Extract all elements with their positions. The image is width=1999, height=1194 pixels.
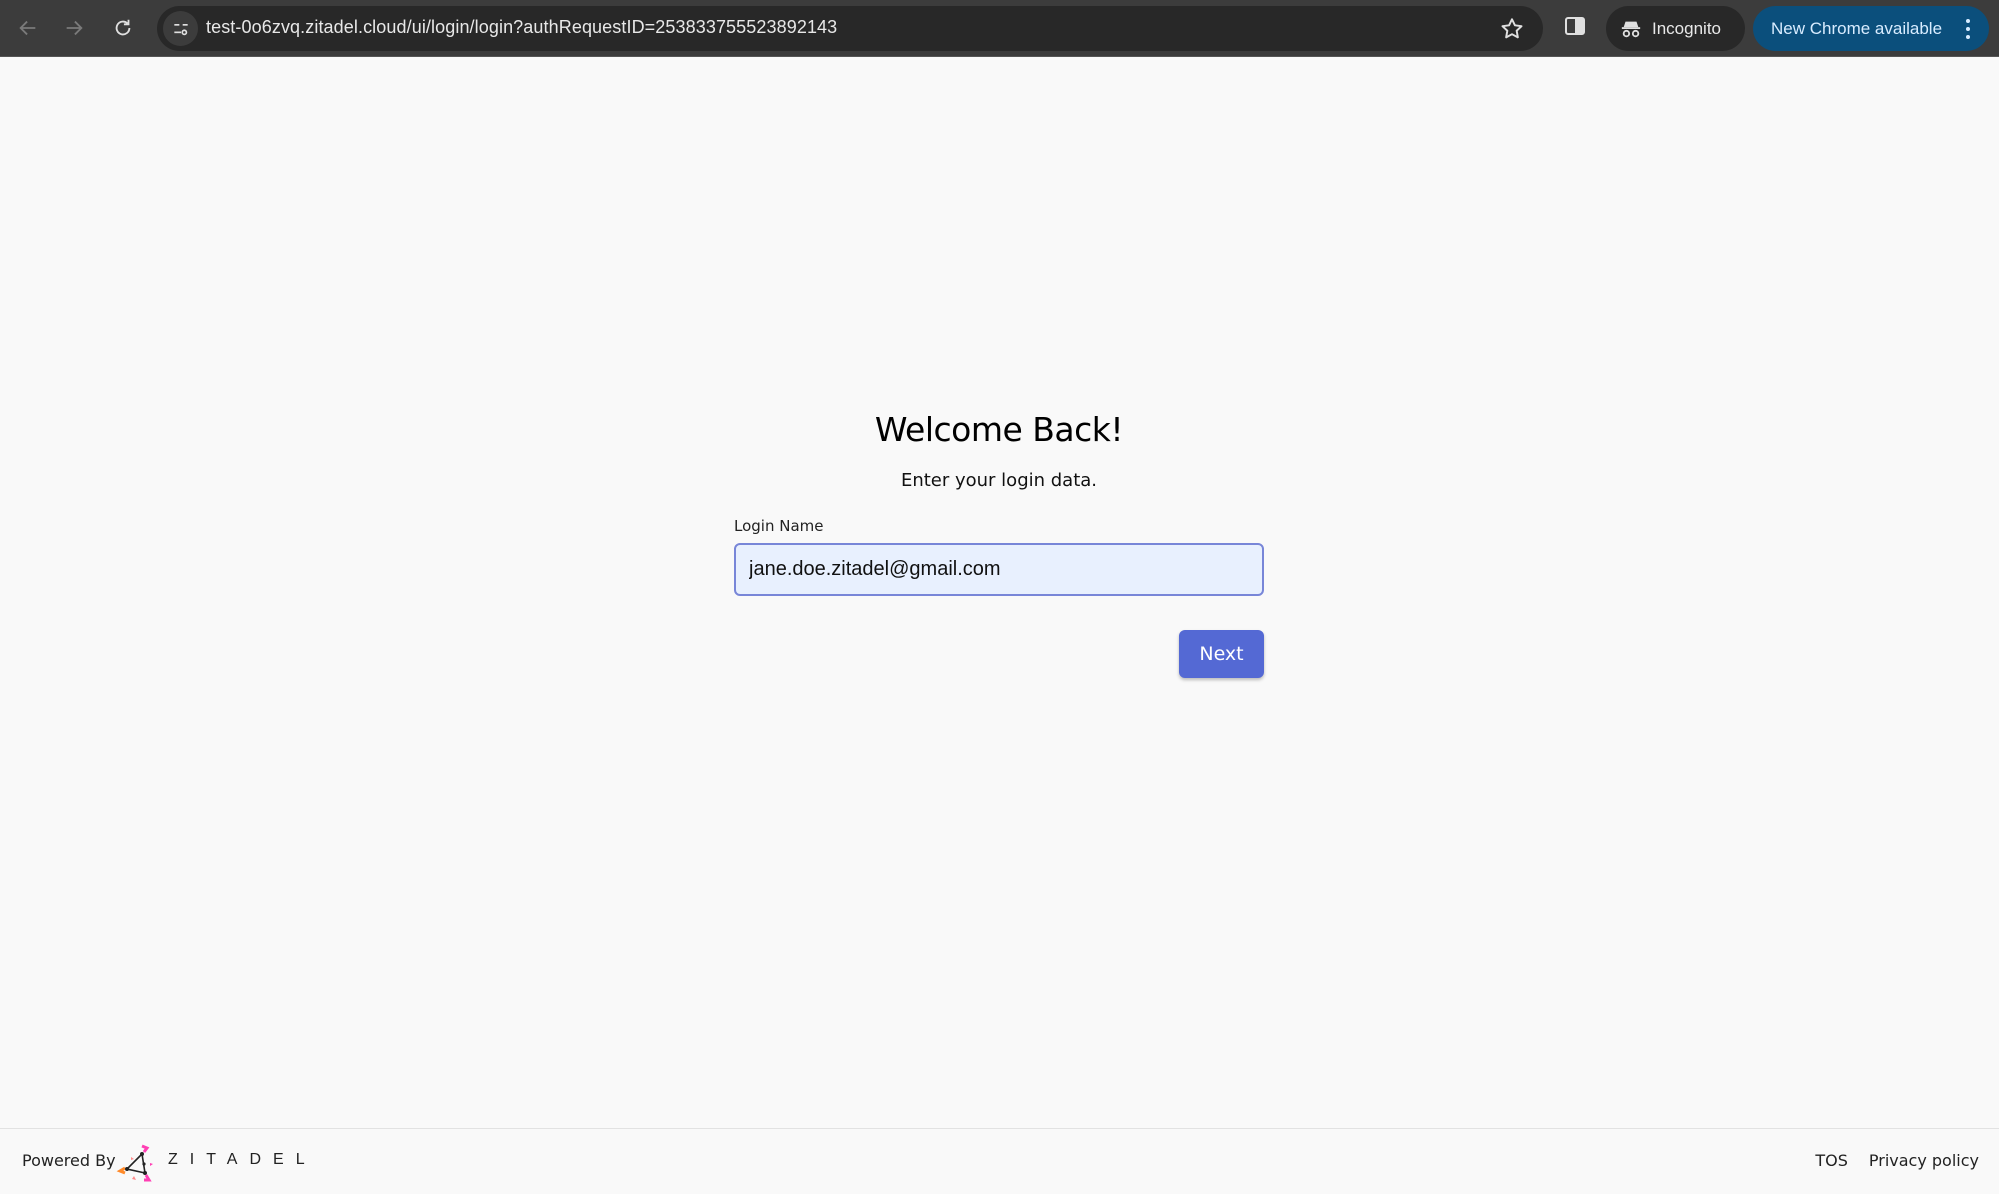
new-chrome-available-button[interactable]: New Chrome available — [1753, 6, 1989, 51]
login-name-field[interactable] — [734, 543, 1264, 596]
powered-by-label: Powered By — [22, 1151, 116, 1170]
kebab-menu-icon[interactable] — [1965, 19, 1971, 39]
reload-button[interactable] — [107, 12, 139, 44]
reload-icon — [115, 19, 131, 36]
footer: Powered By ZITADEL TOS Privacy policy — [0, 1128, 1999, 1194]
bookmark-star-icon[interactable] — [1499, 16, 1525, 42]
tos-link[interactable]: TOS — [1815, 1151, 1848, 1170]
page-subtitle: Enter your login data. — [900, 470, 1098, 491]
form-actions: Next — [734, 630, 1264, 678]
login-name-label: Login Name — [734, 517, 824, 535]
zitadel-wordmark: ZITADEL — [168, 1151, 317, 1168]
back-button[interactable] — [12, 12, 44, 44]
login-name-input[interactable] — [749, 558, 1262, 581]
forward-button[interactable] — [58, 12, 90, 44]
incognito-indicator[interactable]: Incognito — [1606, 6, 1745, 51]
incognito-label: Incognito — [1652, 18, 1721, 38]
browser-toolbar: test-0o6zvq.zitadel.cloud/ui/login/login… — [0, 0, 1999, 57]
site-info-button[interactable] — [163, 11, 198, 46]
arrow-left-icon — [19, 20, 36, 36]
side-panel-icon[interactable] — [1563, 14, 1587, 38]
zitadel-logo-icon — [116, 1144, 153, 1182]
footer-links: TOS Privacy policy — [1815, 1151, 1979, 1170]
login-form: Welcome Back! Enter your login data. Log… — [734, 410, 1264, 678]
privacy-policy-link[interactable]: Privacy policy — [1869, 1151, 1979, 1170]
tune-icon — [173, 23, 188, 35]
next-button[interactable]: Next — [1179, 630, 1264, 678]
arrow-right-icon — [66, 20, 83, 36]
url-text[interactable]: test-0o6zvq.zitadel.cloud/ui/login/login… — [206, 17, 837, 38]
address-bar[interactable]: test-0o6zvq.zitadel.cloud/ui/login/login… — [157, 6, 1543, 51]
page-title: Welcome Back! — [874, 410, 1124, 449]
update-label: New Chrome available — [1771, 18, 1943, 38]
incognito-icon — [1621, 21, 1641, 37]
